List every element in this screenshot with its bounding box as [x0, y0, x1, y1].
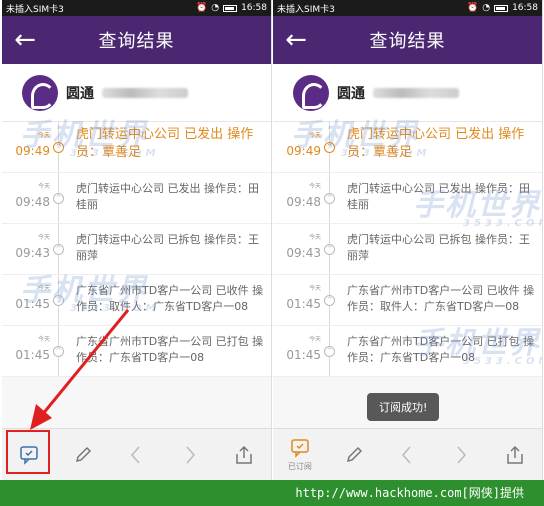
- battery-icon: [494, 4, 509, 12]
- subscribed-button[interactable]: 已订阅: [280, 433, 320, 477]
- tracking-row: 今天 01:45 ^ 广东省广州市TD客户一公司 已收件 操作员：取件人：广东省T…: [2, 275, 271, 326]
- app-header: ← 查询结果: [273, 16, 542, 64]
- chevron-left-icon: [131, 446, 141, 463]
- share-icon: [507, 445, 523, 464]
- tracking-row: 今天 09:49 ^ 虎门转运中心公司 已发出 操作员：覃善足: [273, 122, 542, 173]
- tracking-row: 今天 01:45 ^ 广东省广州市TD客户一公司 已打包 操作员：广东省TD客户一…: [273, 326, 542, 377]
- courier-name: 圆通: [337, 85, 365, 102]
- share-icon: [236, 445, 252, 464]
- tracking-row: 今天 09:43 ^ 虎门转运中心公司 已拆包 操作员：王丽萍: [2, 224, 271, 275]
- tracking-list: 今天 09:49 ^ 虎门转运中心公司 已发出 操作员：覃善足 今天 09:48 ^…: [2, 122, 271, 377]
- chevron-right-icon: [186, 446, 196, 463]
- tracking-number-blurred: [102, 87, 188, 98]
- chevron-up-icon: ^: [324, 244, 335, 255]
- chevron-up-icon: ^: [53, 346, 64, 357]
- page-title: 查询结果: [369, 31, 446, 52]
- edit-button[interactable]: [334, 433, 374, 477]
- message-icon: [291, 439, 309, 458]
- courier-company: 圆通: [2, 64, 271, 122]
- phone-screen-left: 未插入SIM卡3 ⏰ ◔ 16:58 ← 查询结果 圆通 今天 09:49 ^ 虎…: [2, 0, 272, 480]
- source-footer: http://www.hackhome.com[网侠]提供: [0, 480, 544, 506]
- chevron-right-icon: [457, 446, 467, 463]
- subscribed-label: 已订阅: [287, 462, 312, 471]
- courier-company: 圆通: [273, 64, 542, 122]
- share-button[interactable]: [495, 433, 535, 477]
- chevron-up-icon: ^: [53, 295, 64, 306]
- tracking-row: 今天 09:43 ^ 虎门转运中心公司 已拆包 操作员：王丽萍: [273, 224, 542, 275]
- alarm-icon: ⏰: [466, 3, 479, 13]
- pencil-icon: [346, 446, 362, 462]
- next-button[interactable]: [441, 433, 481, 477]
- page-title: 查询结果: [98, 31, 175, 52]
- previous-button[interactable]: [116, 433, 156, 477]
- wifi-icon: ◔: [211, 3, 220, 13]
- courier-logo: [293, 74, 329, 111]
- tracking-row: 今天 01:45 ^ 广东省广州市TD客户一公司 已收件 操作员：取件人：广东省T…: [273, 275, 542, 326]
- chevron-left-icon: [402, 446, 412, 463]
- chevron-up-icon: ^: [324, 193, 335, 204]
- chevron-up-icon: ^: [324, 142, 335, 153]
- courier-name: 圆通: [66, 85, 94, 102]
- wifi-icon: ◔: [482, 3, 491, 13]
- carrier-text: 未插入SIM卡3: [277, 4, 335, 15]
- tracking-row: 今天 09:49 ^ 虎门转运中心公司 已发出 操作员：覃善足: [2, 122, 271, 173]
- status-bar: 未插入SIM卡3 ⏰ ◔ 16:58: [273, 0, 542, 16]
- tracking-number-blurred: [373, 87, 459, 98]
- previous-button[interactable]: [387, 433, 427, 477]
- alarm-icon: ⏰: [195, 3, 208, 13]
- status-bar: 未插入SIM卡3 ⏰ ◔ 16:58: [2, 0, 271, 16]
- chevron-up-icon: ^: [324, 295, 335, 306]
- back-arrow-icon[interactable]: ←: [2, 16, 48, 64]
- next-button[interactable]: [170, 433, 210, 477]
- tracking-row: 今天 01:45 ^ 广东省广州市TD客户一公司 已打包 操作员：广东省TD客户一…: [2, 326, 271, 377]
- bottom-toolbar: 已订阅: [273, 428, 542, 480]
- chevron-up-icon: ^: [53, 244, 64, 255]
- carrier-text: 未插入SIM卡3: [6, 4, 64, 15]
- highlight-box: [6, 430, 50, 474]
- phone-screen-right: 未插入SIM卡3 ⏰ ◔ 16:58 ← 查询结果 圆通 今天 09:49 ^ 虎…: [273, 0, 543, 480]
- tracking-row: 今天 09:48 ^ 虎门转运中心公司 已发出 操作员：田桂丽: [2, 173, 271, 224]
- pencil-icon: [75, 446, 91, 462]
- edit-button[interactable]: [63, 433, 103, 477]
- tracking-row: 今天 09:48 ^ 虎门转运中心公司 已发出 操作员：田桂丽: [273, 173, 542, 224]
- clock-text: 16:58: [241, 3, 267, 13]
- clock-text: 16:58: [512, 3, 538, 13]
- chevron-up-icon: ^: [53, 193, 64, 204]
- battery-icon: [223, 4, 238, 12]
- chevron-up-icon: ^: [53, 142, 64, 153]
- tracking-list: 今天 09:49 ^ 虎门转运中心公司 已发出 操作员：覃善足 今天 09:48 ^…: [273, 122, 542, 377]
- courier-logo: [22, 74, 58, 111]
- chevron-up-icon: ^: [324, 346, 335, 357]
- share-button[interactable]: [224, 433, 264, 477]
- back-arrow-icon[interactable]: ←: [273, 16, 319, 64]
- toast-message: 订阅成功!: [367, 393, 440, 421]
- app-header: ← 查询结果: [2, 16, 271, 64]
